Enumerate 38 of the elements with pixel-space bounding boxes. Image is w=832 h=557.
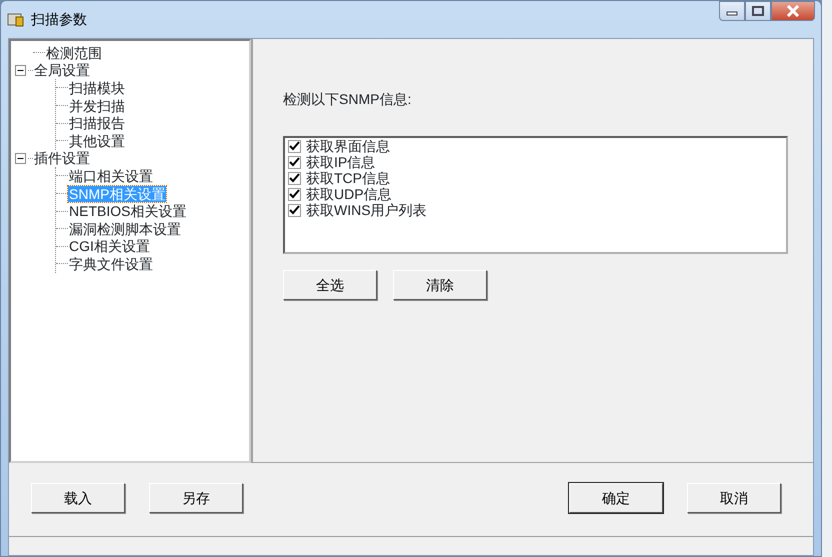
tree-item[interactable]: 并发扫描	[68, 98, 126, 114]
tree-item[interactable]: CGI相关设置	[68, 238, 151, 254]
checkbox-label: 获取IP信息	[306, 154, 376, 170]
tree-item[interactable]: 检测范围	[45, 44, 103, 61]
tree-item[interactable]: 扫描报告	[68, 115, 126, 132]
dialog-button[interactable]: 清除	[393, 270, 487, 300]
checkbox-label: 获取WINS用户列表	[306, 202, 427, 218]
tree-item[interactable]: 字典文件设置	[68, 256, 154, 272]
app-icon	[7, 11, 25, 27]
dialog-button[interactable]: 载入	[31, 483, 125, 513]
collapse-icon[interactable]	[15, 64, 26, 76]
checkbox[interactable]	[288, 204, 301, 216]
tree-item[interactable]: 漏洞检测脚本设置	[68, 220, 182, 237]
checkbox[interactable]	[288, 172, 301, 184]
checkbox-label: 获取界面信息	[306, 138, 390, 154]
dialog-button[interactable]: 另存	[149, 483, 243, 513]
collapse-icon[interactable]	[15, 152, 26, 164]
tree-item[interactable]: NETBIOS相关设置	[68, 203, 188, 220]
tree-item[interactable]: 插件设置	[33, 150, 91, 166]
window-title: 扫描参数	[31, 10, 87, 28]
maximize-icon	[752, 6, 764, 16]
maximize-button[interactable]	[745, 1, 771, 21]
dialog-button[interactable]: 取消	[687, 483, 781, 513]
dialog-button[interactable]: 确定	[569, 483, 663, 513]
checkbox[interactable]	[288, 140, 301, 152]
tree-item[interactable]: 扫描模块	[68, 80, 126, 96]
tree-item[interactable]: 全局设置	[33, 62, 91, 78]
minimize-button[interactable]	[719, 1, 745, 21]
checkbox-label: 获取UDP信息	[306, 186, 392, 202]
checkbox[interactable]	[288, 188, 301, 200]
checkbox-label: 获取TCP信息	[306, 170, 390, 186]
dialog-button[interactable]: 全选	[283, 270, 377, 300]
close-button[interactable]	[771, 1, 815, 21]
tree-item[interactable]: 端口相关设置	[68, 168, 154, 184]
section-label: 检测以下SNMP信息:	[283, 90, 412, 109]
tree-item[interactable]: 其他设置	[68, 132, 126, 149]
close-icon	[786, 5, 800, 17]
checkbox[interactable]	[288, 156, 301, 168]
